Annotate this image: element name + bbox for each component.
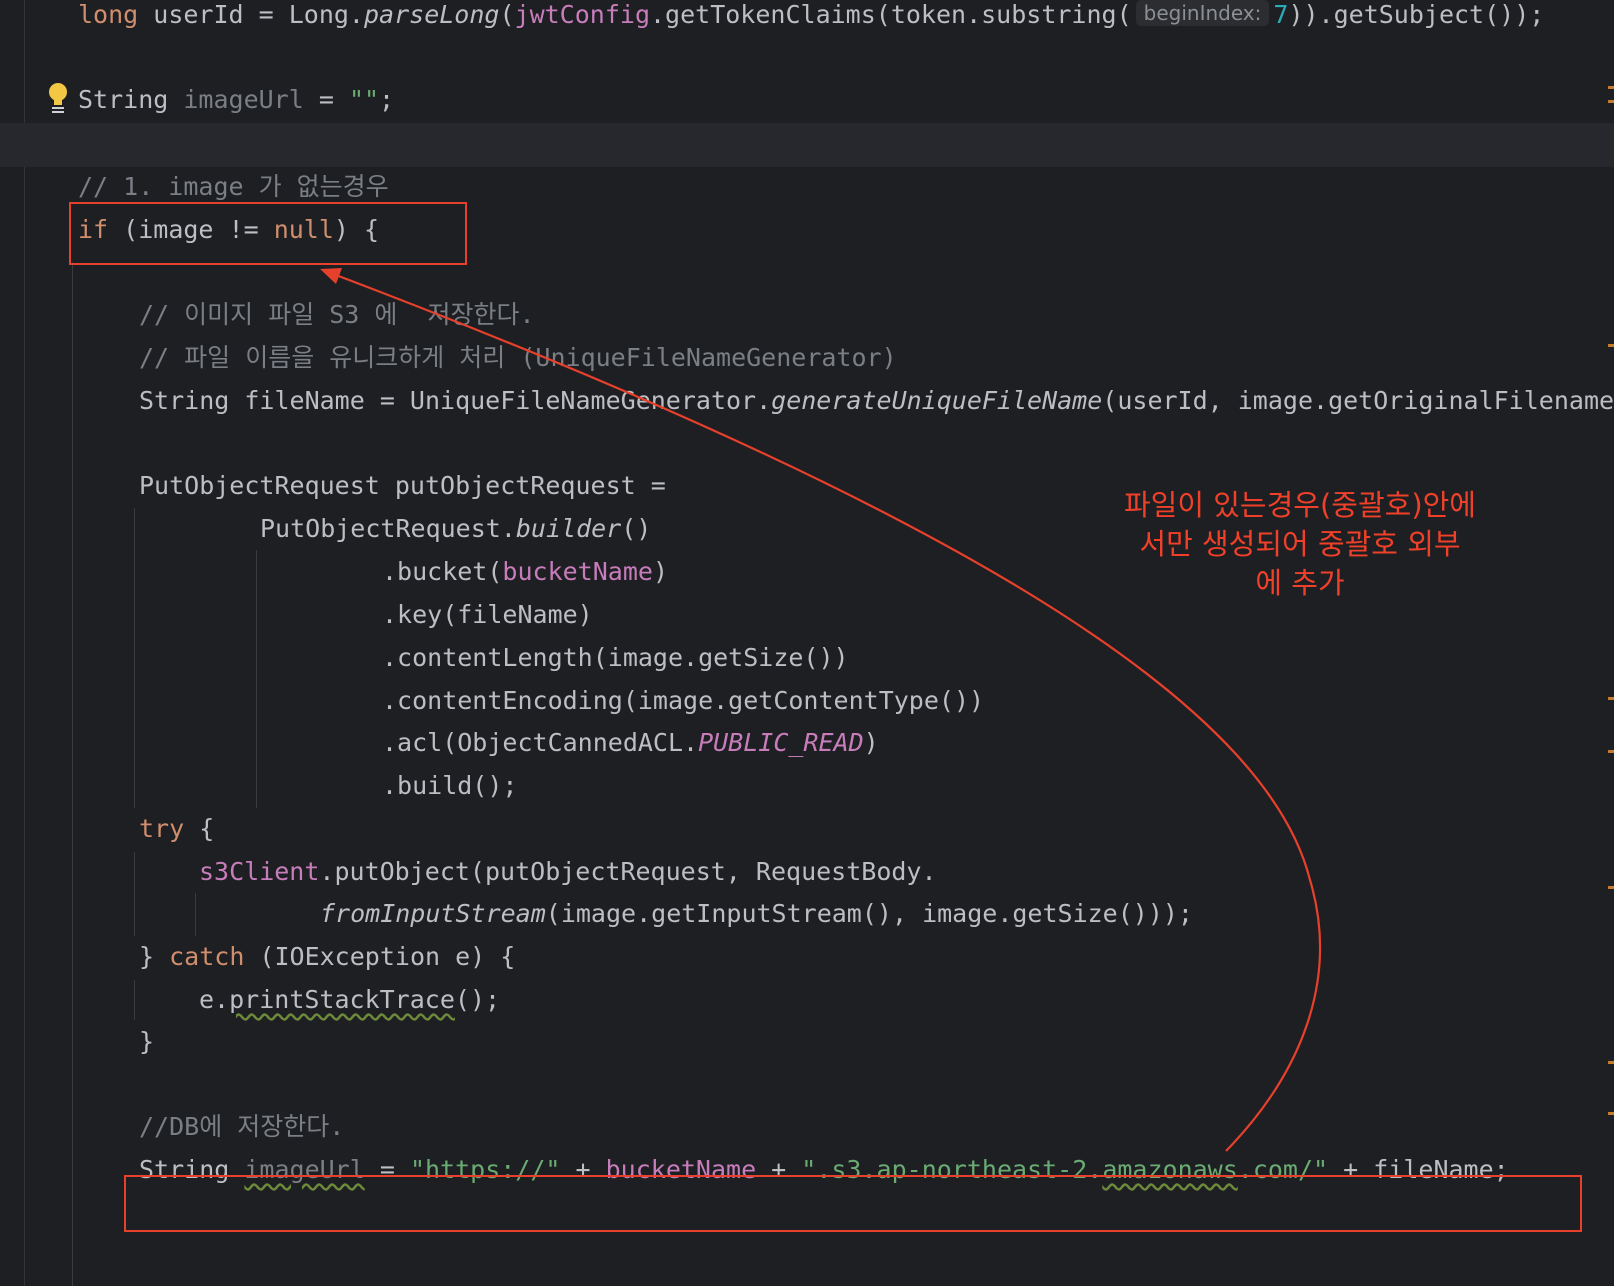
annotation-arrow: [320, 268, 1322, 1152]
code-editor[interactable]: long userId = Long.parseLong(jwtConfig.g…: [0, 0, 1614, 1286]
annotation-note: 파일이 있는경우(중괄호)안에 서만 생성되어 중괄호 외부 에 추가: [1123, 488, 1476, 600]
